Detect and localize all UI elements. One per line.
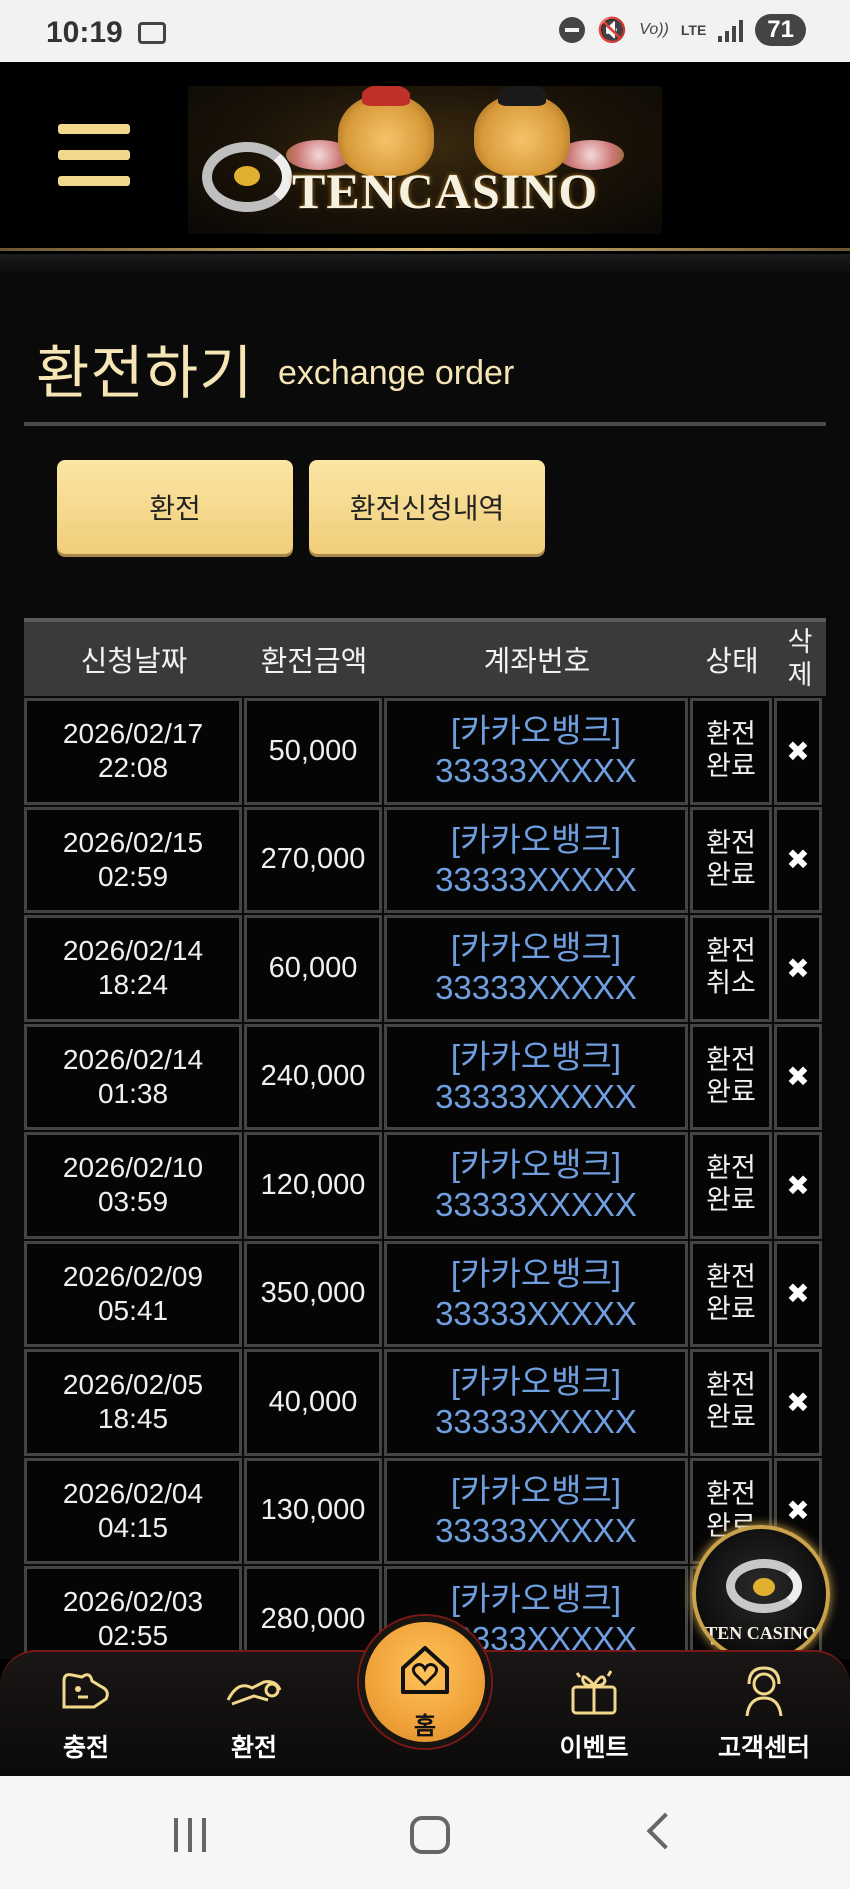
- row-amount: 270,000: [244, 806, 382, 913]
- row-amount: 240,000: [244, 1023, 382, 1130]
- exchange-icon: [184, 1662, 324, 1722]
- do-not-disturb-icon: [559, 17, 586, 43]
- exchange-tab-button[interactable]: 환전: [57, 460, 293, 554]
- table-row: 2026/02/04 04:15 130,000 [카카오뱅크] 33333XXXXX 환…: [24, 1456, 826, 1564]
- recents-button[interactable]: [174, 1818, 206, 1852]
- row-account-link[interactable]: [카카오뱅크] 33333XXXXX: [384, 698, 688, 805]
- row-date: 2026/02/05 18:45: [24, 1349, 242, 1456]
- row-account-link[interactable]: [카카오뱅크] 33333XXXXX: [384, 1349, 688, 1456]
- row-date: 2026/02/17 22:08: [24, 698, 242, 805]
- row-account-link[interactable]: [카카오뱅크] 33333XXXXX: [384, 915, 688, 1022]
- page-subtitle: exchange order: [278, 354, 515, 392]
- header-account: 계좌번호: [483, 644, 591, 678]
- row-status: 환전완료: [690, 1240, 772, 1347]
- row-account-link[interactable]: [카카오뱅크] 33333XXXXX: [384, 1240, 688, 1347]
- home-label: 홈: [413, 1712, 437, 1740]
- header-amount: 환전금액: [260, 644, 368, 678]
- page-title: 환전하기: [36, 339, 254, 407]
- tencasino-logo[interactable]: TENCASINO: [188, 86, 662, 234]
- row-amount: 60,000: [244, 915, 382, 1022]
- badge-eye-icon: [726, 1559, 802, 1613]
- row-status: 환전완료: [690, 1349, 772, 1456]
- row-date: 2026/02/09 05:41: [24, 1240, 242, 1347]
- title-divider: [24, 422, 826, 426]
- logo-text: TENCASINO: [292, 163, 599, 219]
- home-button[interactable]: 홈: [359, 1616, 491, 1748]
- mute-icon: 🔇: [597, 16, 628, 44]
- row-status: 환전완료: [690, 1023, 772, 1130]
- table-row: 2026/02/05 18:45 40,000 [카카오뱅크] 33333XXXXX 환전…: [24, 1347, 826, 1456]
- menu-icon[interactable]: [58, 124, 130, 186]
- nav-exchange[interactable]: 환전: [184, 1662, 324, 1764]
- status-icons: 🔇 Vo)) LTE 71: [559, 14, 806, 46]
- app-header: TENCASINO: [0, 62, 850, 250]
- row-account-link[interactable]: [카카오뱅크] 33333XXXXX: [384, 806, 688, 913]
- table-row: 2026/02/10 03:59 120,000 [카카오뱅크] 33333XXXXX 환…: [24, 1130, 826, 1239]
- delete-icon[interactable]: ✖: [774, 1349, 822, 1456]
- row-date: 2026/02/14 01:38: [24, 1023, 242, 1130]
- row-amount: 120,000: [244, 1132, 382, 1239]
- row-date: 2026/02/04 04:15: [24, 1457, 242, 1564]
- delete-icon[interactable]: ✖: [774, 806, 822, 913]
- header-status: 상태: [705, 644, 759, 678]
- gift-icon: [524, 1662, 664, 1722]
- exchange-history-tab-button[interactable]: 환전신청내역: [309, 460, 545, 554]
- row-amount: 50,000: [244, 698, 382, 805]
- table-row: 2026/02/15 02:59 270,000 [카카오뱅크] 33333XXXXX 환…: [24, 805, 826, 913]
- nav-charge[interactable]: 충전: [16, 1662, 156, 1764]
- support-agent-icon: [694, 1662, 834, 1722]
- row-status: 환전 취소: [690, 915, 772, 1022]
- badge-text: TEN CASINO: [705, 1623, 817, 1643]
- row-amount: 130,000: [244, 1457, 382, 1564]
- table-row: 2026/02/14 01:38 240,000 [카카오뱅크] 33333XXXXX 환…: [24, 1022, 826, 1130]
- row-status: 환전완료: [690, 1132, 772, 1239]
- delete-icon[interactable]: ✖: [774, 1132, 822, 1239]
- system-navigation-bar: [0, 1776, 850, 1889]
- row-status: 환전완료: [690, 698, 772, 805]
- volte-indicator: Vo)): [639, 21, 669, 38]
- main-content: 환전하기 exchange order 환전 환전신청내역 신청날짜 환전금액 …: [0, 274, 850, 1673]
- battery-indicator: 71: [755, 14, 806, 46]
- delete-icon[interactable]: ✖: [774, 1023, 822, 1130]
- nav-exchange-label: 환전: [230, 1733, 277, 1762]
- nav-event-label: 이벤트: [559, 1733, 629, 1762]
- signal-icon: [718, 18, 744, 42]
- nav-charge-label: 충전: [62, 1733, 109, 1762]
- status-bar: 10:19 🔇 Vo)) LTE 71: [0, 0, 850, 62]
- row-amount: 350,000: [244, 1240, 382, 1347]
- table-row: 2026/02/09 05:41 350,000 [카카오뱅크] 33333XXXXX 환…: [24, 1239, 826, 1347]
- row-date: 2026/02/10 03:59: [24, 1132, 242, 1239]
- screenshot-icon: [138, 22, 166, 44]
- status-time: 10:19: [46, 16, 123, 49]
- nav-event[interactable]: 이벤트: [524, 1662, 664, 1764]
- floating-tencasino-button[interactable]: TEN CASINO: [692, 1525, 830, 1663]
- table-row: 2026/02/17 22:08 50,000 [카카오뱅크] 33333XXXXX 환전…: [24, 696, 826, 805]
- table-row: 2026/02/14 18:24 60,000 [카카오뱅크] 33333XXXXX 환전…: [24, 913, 826, 1022]
- table-header: 신청날짜 환전금액 계좌번호 상태 삭제: [24, 618, 826, 696]
- row-date: 2026/02/14 18:24: [24, 915, 242, 1022]
- home-heart-icon: [401, 1646, 449, 1694]
- system-home-button[interactable]: [410, 1816, 450, 1854]
- delete-icon[interactable]: ✖: [774, 915, 822, 1022]
- header-delete: 삭제: [787, 627, 813, 691]
- row-account-link[interactable]: [카카오뱅크] 33333XXXXX: [384, 1457, 688, 1564]
- charge-icon: [16, 1662, 156, 1722]
- nav-support[interactable]: 고객센터: [694, 1662, 834, 1764]
- delete-icon[interactable]: ✖: [774, 1240, 822, 1347]
- header-date: 신청날짜: [80, 644, 188, 678]
- row-account-link[interactable]: [카카오뱅크] 33333XXXXX: [384, 1023, 688, 1130]
- back-button[interactable]: [646, 1812, 684, 1850]
- nav-support-label: 고객센터: [717, 1733, 810, 1762]
- logo-eye-icon: [202, 142, 292, 212]
- row-date: 2026/02/15 02:59: [24, 806, 242, 913]
- header-divider: [0, 248, 850, 251]
- row-status: 환전완료: [690, 806, 772, 913]
- row-amount: 40,000: [244, 1349, 382, 1456]
- delete-icon[interactable]: ✖: [774, 698, 822, 805]
- row-account-link[interactable]: [카카오뱅크] 33333XXXXX: [384, 1132, 688, 1239]
- network-type: LTE: [680, 22, 707, 38]
